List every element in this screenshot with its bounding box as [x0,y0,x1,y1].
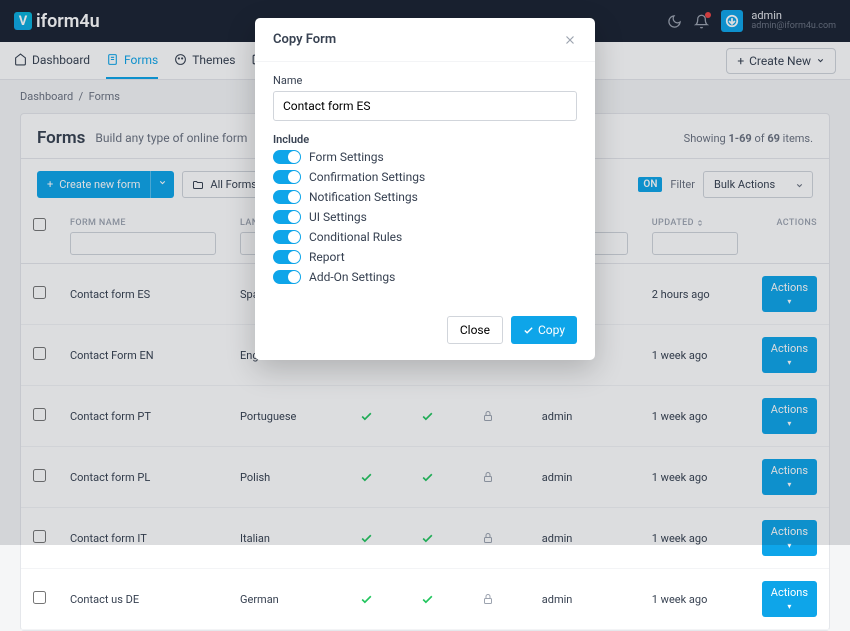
row-author: admin [530,569,640,630]
include-option: Form Settings [273,150,577,164]
modal-title: Copy Form [273,32,336,47]
row-lock [470,569,530,630]
include-option: Confirmation Settings [273,170,577,184]
include-option: UI Settings [273,210,577,224]
row-status-2 [409,569,470,630]
option-label: Conditional Rules [309,230,402,244]
copy-name-input[interactable] [273,91,577,121]
close-icon[interactable] [563,33,577,47]
include-option: Add-On Settings [273,270,577,284]
row-name[interactable]: Contact us DE [58,569,228,630]
include-option: Notification Settings [273,190,577,204]
copy-button[interactable]: Copy [511,316,577,344]
modal-overlay: Copy Form Name Include Form Settings Conf… [0,0,850,545]
check-icon [523,325,534,336]
include-label: Include [273,133,577,146]
row-checkbox[interactable] [33,591,46,604]
table-row: Contact us DEGerman admin1 week ago Action… [21,569,829,630]
toggle-switch[interactable] [273,250,301,264]
option-label: Form Settings [309,150,384,164]
name-label: Name [273,74,577,87]
row-language: German [228,569,348,630]
option-label: Confirmation Settings [309,170,425,184]
row-status-1 [348,569,409,630]
toggle-switch[interactable] [273,150,301,164]
toggle-switch[interactable] [273,190,301,204]
include-option: Conditional Rules [273,230,577,244]
option-label: UI Settings [309,210,367,224]
row-updated: 1 week ago [640,569,750,630]
toggle-switch[interactable] [273,210,301,224]
row-actions-button[interactable]: Actions ▾ [762,581,817,617]
close-button[interactable]: Close [447,316,503,344]
toggle-switch[interactable] [273,170,301,184]
option-label: Report [309,250,345,264]
option-label: Notification Settings [309,190,418,204]
toggle-switch[interactable] [273,230,301,244]
copy-form-modal: Copy Form Name Include Form Settings Conf… [255,18,595,360]
toggle-switch[interactable] [273,270,301,284]
option-label: Add-On Settings [309,270,395,284]
include-option: Report [273,250,577,264]
